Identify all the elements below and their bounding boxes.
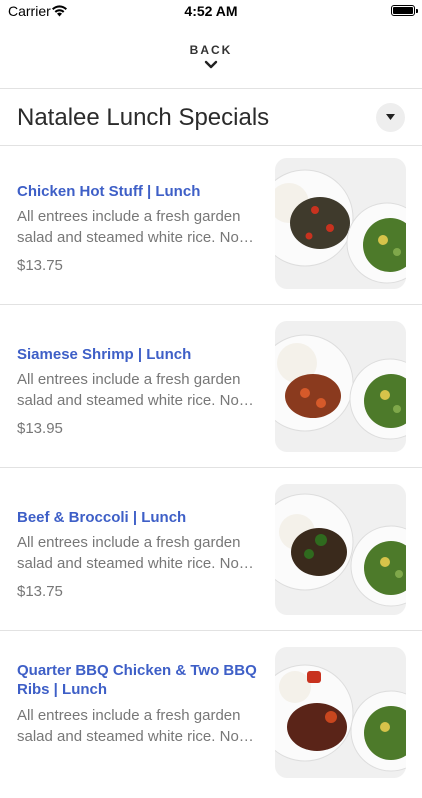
item-description-line: salad and steamed white rice. No… [17, 555, 254, 572]
item-photo [275, 158, 406, 289]
item-name: Beef & Broccoli | Lunch [17, 509, 187, 526]
item-name-line: Ribs | Lunch [17, 681, 108, 698]
status-bar: Carrier 4:52 AM [0, 0, 422, 22]
dish-food [287, 703, 347, 751]
menu-item[interactable]: Chicken Hot Stuff | Lunch All entrees in… [0, 146, 422, 309]
dish-food [285, 374, 341, 418]
item-photo [275, 321, 406, 452]
item-name-line: Quarter BBQ Chicken & Two BBQ [17, 662, 257, 679]
clock: 4:52 AM [184, 3, 238, 19]
item-description-line: All entrees include a fresh garden [17, 371, 241, 388]
item-description: All entrees include a fresh garden salad… [17, 206, 257, 248]
chevron-down-icon [204, 60, 218, 69]
item-description: All entrees include a fresh garden salad… [17, 705, 257, 747]
item-price: $13.95 [17, 420, 63, 437]
item-price: $13.75 [17, 583, 63, 600]
item-name: Quarter BBQ Chicken & Two BBQ Ribs | Lun… [17, 661, 257, 699]
item-price: $13.75 [17, 257, 63, 274]
item-name: Chicken Hot Stuff | Lunch [17, 183, 201, 200]
item-description: All entrees include a fresh garden salad… [17, 532, 257, 574]
caret-down-icon [386, 114, 395, 120]
back-label: BACK [189, 43, 233, 57]
item-description-line: All entrees include a fresh garden [17, 208, 241, 225]
item-description-line: All entrees include a fresh garden [17, 534, 241, 551]
item-description: All entrees include a fresh garden salad… [17, 369, 257, 411]
item-photo [275, 647, 406, 778]
category-toggle-button[interactable] [376, 103, 405, 132]
divider [0, 88, 422, 89]
divider [0, 467, 422, 468]
item-description-line: salad and steamed white rice. No… [17, 728, 254, 745]
menu-item[interactable]: Siamese Shrimp | Lunch All entrees inclu… [0, 309, 422, 472]
item-photo [275, 484, 406, 615]
dish-food [290, 197, 350, 249]
item-description-line: salad and steamed white rice. No… [17, 392, 254, 409]
menu-item[interactable]: Quarter BBQ Chicken & Two BBQ Ribs | Lun… [0, 635, 422, 798]
menu-item[interactable]: Beef & Broccoli | Lunch All entrees incl… [0, 472, 422, 635]
item-description-line: All entrees include a fresh garden [17, 707, 241, 724]
back-button[interactable]: BACK [171, 40, 251, 78]
category-title: Natalee Lunch Specials [17, 104, 270, 131]
battery-icon [391, 5, 418, 16]
divider [0, 630, 422, 631]
item-name: Siamese Shrimp | Lunch [17, 346, 192, 363]
item-description-line: salad and steamed white rice. No… [17, 229, 254, 246]
divider [0, 304, 422, 305]
